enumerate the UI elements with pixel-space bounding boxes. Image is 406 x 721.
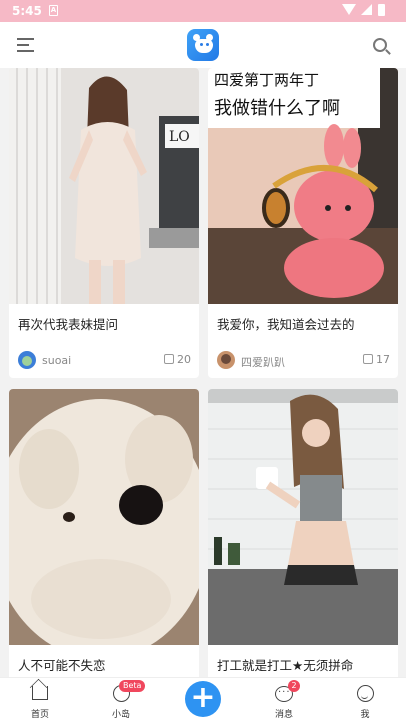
status-bar: 5:45 A [0,0,406,22]
post-image[interactable]: 四爱第丁两年丁 我做错什么了啊 [208,68,398,304]
search-icon[interactable] [373,38,387,52]
tab-messages-label[interactable]: 消息 [254,707,314,720]
post-card[interactable]: 打工就是打工★无须拼命 [208,389,398,677]
post-title[interactable]: 打工就是打工★无须拼命 [217,655,353,674]
home-icon[interactable] [32,686,48,700]
thumb-up-icon[interactable] [363,354,373,364]
app-logo-icon [187,29,219,61]
post-card[interactable]: LO 再次代我表妹提问 suoai 20 [9,68,199,378]
tab-island-label[interactable]: 小岛 [91,707,151,720]
like-count[interactable]: 17 [363,353,390,366]
post-image[interactable] [208,389,398,645]
svg-text:LO: LO [169,129,190,145]
tab-me[interactable]: 我 [335,678,395,721]
status-time: 5:45 [12,4,42,18]
post-author[interactable]: 四爱趴趴 17 [217,351,392,371]
top-app-bar [0,22,406,68]
menu-icon[interactable] [17,38,34,52]
like-count[interactable]: 20 [164,353,191,366]
author-name[interactable]: suoai [42,354,71,367]
post-title[interactable]: 人不可能不失恋 [18,655,106,674]
thumb-up-icon[interactable] [164,354,174,364]
status-icons [342,4,394,18]
tab-home-label[interactable]: 首页 [10,707,70,720]
post-author[interactable]: suoai 20 [18,351,193,371]
tab-home[interactable]: 首页 [10,678,70,721]
battery-icon [378,4,385,16]
beta-badge: Beta [119,680,146,692]
post-feed[interactable]: LO 再次代我表妹提问 suoai 20 四爱第丁两年丁 我做错什么了啊 我爱你… [0,68,406,677]
wifi-icon [342,4,356,15]
author-name[interactable]: 四爱趴趴 [241,354,285,370]
post-card[interactable]: 四爱第丁两年丁 我做错什么了啊 我爱你，我知道会过去的 四爱趴趴 17 [208,68,398,378]
create-post-button[interactable]: + [185,681,221,717]
signal-icon [361,4,372,15]
unread-badge: 2 [288,680,300,692]
post-image[interactable]: LO [9,68,199,304]
tab-me-label[interactable]: 我 [335,707,395,720]
profile-icon[interactable] [357,685,374,702]
image-caption-line-1: 四爱第丁两年丁 [214,71,319,89]
avatar[interactable] [217,351,235,369]
post-image[interactable] [9,389,199,645]
post-card[interactable]: 人不可能不失恋 [9,389,199,677]
image-caption-line-2: 我做错什么了啊 [214,98,340,119]
post-title[interactable]: 再次代我表妹提问 [18,314,118,333]
tab-messages[interactable]: 2 消息 [254,678,314,721]
tab-island[interactable]: Beta 小岛 [91,678,151,721]
sim-icon: A [49,5,58,16]
avatar[interactable] [18,351,36,369]
post-title[interactable]: 我爱你，我知道会过去的 [217,314,355,333]
